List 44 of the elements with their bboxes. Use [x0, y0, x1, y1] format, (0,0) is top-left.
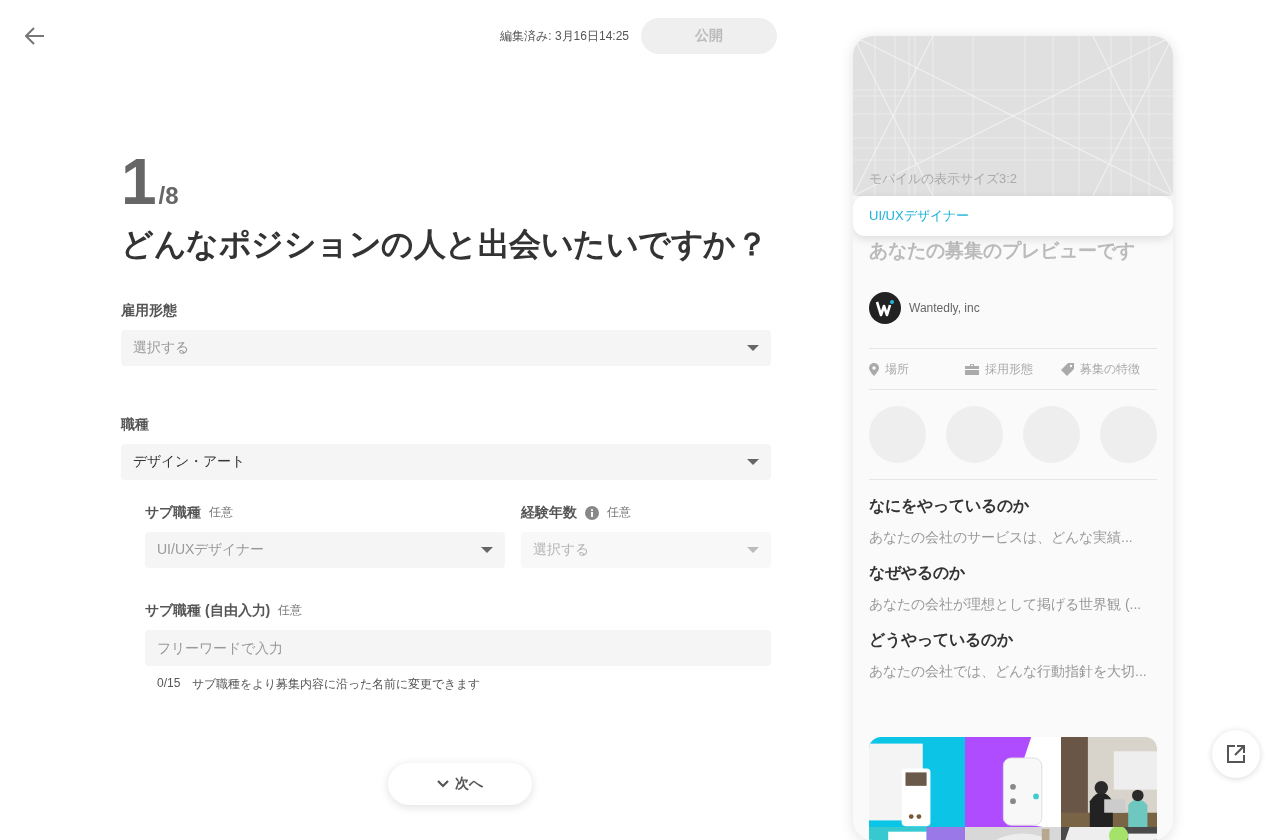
- caret-icon: [747, 546, 759, 553]
- briefcase-icon: [965, 363, 979, 375]
- section-text: あなたの会社では、どんな行動指針を大切...: [869, 663, 1148, 681]
- select-field[interactable]: 選択する: [121, 329, 771, 366]
- field-label: サブ職種 (自由入力): [145, 601, 271, 620]
- section-text: あなたの会社のサービスは、どんな実績...: [869, 529, 1134, 547]
- optional-tag: 任意: [607, 504, 631, 522]
- company-logo-icon: [869, 292, 901, 324]
- field-label: 職種: [121, 415, 149, 434]
- step-total: /8: [158, 182, 179, 210]
- field-label: サブ職種: [145, 503, 201, 522]
- meta-label: 場所: [885, 360, 909, 378]
- select-field[interactable]: デザイン・アート: [121, 443, 771, 480]
- field-label: 雇用形態: [121, 301, 177, 320]
- question-heading: どんなポジションの人と出会いたいですか？: [121, 225, 767, 264]
- hint-text: サブ職種をより募集内容に沿った名前に変更できます: [192, 675, 481, 693]
- company-name: Wantedly, inc: [909, 301, 980, 315]
- preview-title: あなたの募集のプレビューです: [869, 239, 1136, 263]
- location-pin-icon: [869, 362, 879, 376]
- edited-timestamp: 編集済み: 3月16日14:25: [500, 27, 629, 45]
- external-link-icon: [1227, 745, 1245, 763]
- field-label: 経験年数: [521, 503, 577, 522]
- meta-label: 採用形態: [985, 360, 1033, 378]
- chevron-down-icon: [437, 779, 449, 788]
- input-field[interactable]: フリーワードで入力: [145, 629, 771, 666]
- character-counter: 0/15: [157, 675, 181, 692]
- section-text: あなたの会社が理想として掲げる世界観 (...: [869, 596, 1143, 614]
- select-field[interactable]: UI/UXデザイナー: [145, 531, 505, 568]
- next-button[interactable]: 次へ: [388, 762, 532, 805]
- step-number: 1: [121, 150, 153, 214]
- section-heading: どうやっているのか: [869, 630, 1014, 651]
- optional-tag: 任意: [278, 602, 303, 620]
- section-heading: なぜやるのか: [869, 563, 966, 584]
- info-icon[interactable]: [585, 505, 599, 520]
- caret-icon: [747, 344, 759, 351]
- tag-icon: [1061, 362, 1074, 376]
- section-heading: なにをやっているのか: [869, 496, 1030, 517]
- back-arrow-icon[interactable]: [25, 27, 45, 45]
- optional-tag: 任意: [209, 504, 233, 522]
- caret-icon: [481, 546, 493, 553]
- position-title: UI/UXデザイナー: [869, 207, 969, 225]
- caret-icon: [747, 458, 759, 465]
- open-external-button[interactable]: [1212, 730, 1260, 778]
- meta-label: 募集の特徴: [1080, 360, 1140, 378]
